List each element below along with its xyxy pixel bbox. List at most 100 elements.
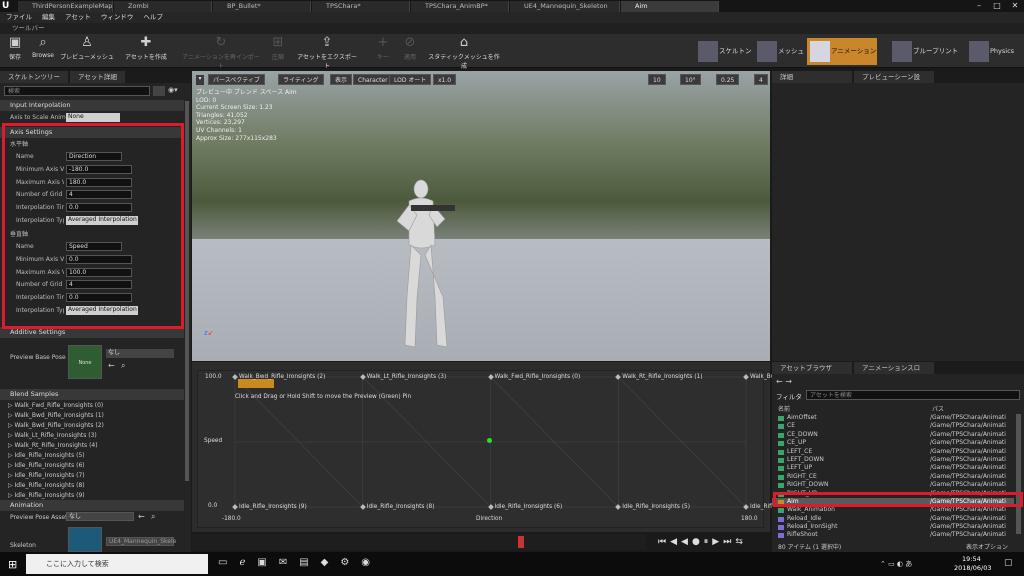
asset-row[interactable]: RifleShoot/Game/TPSChara/Animati	[772, 531, 1014, 539]
clock-date[interactable]: 2018/06/03	[954, 564, 991, 572]
clock-time[interactable]: 19:54	[962, 555, 981, 563]
key-button[interactable]: + キー	[372, 36, 394, 66]
timeline[interactable]	[192, 534, 646, 550]
menu-edit[interactable]: 編集	[42, 12, 55, 23]
scale-snap-value[interactable]: 0.25	[716, 74, 740, 85]
mode-skeleton[interactable]: スケルトン	[695, 38, 753, 65]
col-path-header[interactable]: パス	[932, 404, 944, 413]
search-small-icon[interactable]: ⌕	[121, 361, 125, 371]
speed-button[interactable]: x1.0	[433, 74, 457, 85]
tab-bp-bullet[interactable]: BP_Bullet*	[213, 1, 311, 12]
menu-file[interactable]: ファイル	[6, 12, 32, 23]
tab-preview-scene[interactable]: プレビューシーン設	[854, 71, 934, 83]
lod-button[interactable]: LOD オート	[389, 74, 432, 85]
playhead[interactable]	[518, 536, 524, 548]
asset-row[interactable]: CE/Game/TPSChara/Animati	[772, 422, 1014, 430]
mode-animation[interactable]: アニメーション	[807, 38, 877, 65]
blendspace-graph[interactable]: Click and Drag or Hold Shift to move the…	[197, 370, 836, 528]
browse-button[interactable]: ⌕ Browse	[30, 36, 56, 66]
preview-pin[interactable]	[487, 438, 492, 443]
search-input[interactable]: 検索	[4, 86, 150, 96]
section-input-interpolation[interactable]: Input Interpolation	[0, 100, 184, 111]
tab-tpschara-animbp[interactable]: TPSChara_AnimBP*	[411, 1, 509, 12]
filter-button[interactable]: フィルタ	[776, 391, 802, 401]
axis-scale-dropdown[interactable]: None	[66, 113, 120, 122]
windows-start-icon[interactable]: ⊞	[8, 558, 17, 571]
save-button[interactable]: ▣ 保存	[4, 36, 26, 66]
asset-row[interactable]: Reload_Idle/Game/TPSChara/Animati	[772, 515, 1014, 523]
arrow-left-icon[interactable]: ←	[108, 361, 115, 370]
create-asset-button[interactable]: ✚ アセットを作成	[122, 36, 170, 66]
tab-asset-browser[interactable]: アセットブラウザ	[772, 362, 852, 374]
close-icon[interactable]: ✕	[1006, 0, 1024, 12]
col-name-header[interactable]: 名前	[778, 404, 790, 413]
show-button[interactable]: 表示	[330, 74, 353, 85]
scrollbar[interactable]	[185, 101, 189, 481]
blend-sample-item[interactable]: ▷ Walk_Lt_Rifle_Ironsights (3)	[8, 431, 184, 441]
blend-sample-item[interactable]: ▷ Idle_Rifle_Ironsights (5)	[8, 451, 184, 461]
asset-row[interactable]: LEFT_CE/Game/TPSChara/Animati	[772, 448, 1014, 456]
rotation-snap-value[interactable]: 10°	[680, 74, 701, 85]
blend-sample-item[interactable]: ▷ Idle_Rifle_Ironsights (6)	[8, 461, 184, 471]
mode-blueprint[interactable]: ブループリント	[889, 38, 963, 65]
maximize-icon[interactable]: □	[988, 0, 1006, 12]
tab-asset-details[interactable]: アセット詳細	[70, 71, 125, 83]
asset-row[interactable]: AimOffset/Game/TPSChara/Animati	[772, 414, 1014, 422]
tab-anim-slot[interactable]: アニメーションスロ	[854, 362, 934, 374]
tab-thirdperson[interactable]: ThirdPersonExampleMap*	[18, 1, 113, 12]
character-button[interactable]: Character	[353, 74, 393, 85]
export-asset-button[interactable]: ⇪ アセットをエクスポート	[296, 36, 358, 71]
taskbar-search-input[interactable]: ここに入力して検索	[26, 554, 208, 574]
nav-arrows-icon[interactable]: ← →	[776, 377, 792, 386]
asset-row[interactable]: LEFT_UP/Game/TPSChara/Animati	[772, 464, 1014, 472]
lighting-button[interactable]: ライティング	[278, 74, 324, 85]
graph-icons[interactable]	[238, 379, 274, 388]
taskbar-apps[interactable]: ▭ℯ▣✉▤◆⚙◉	[218, 557, 382, 568]
tab-aim[interactable]: Aim	[621, 1, 719, 12]
blend-sample-item[interactable]: ▷ Walk_Fwd_Rifle_Ironsights (0)	[8, 401, 184, 411]
menu-help[interactable]: ヘルプ	[143, 12, 163, 23]
reimport-button[interactable]: ↻ アニメーションを再インポート	[182, 36, 260, 71]
skeleton-thumbnail[interactable]	[68, 527, 102, 552]
asset-row[interactable]: Reload_IronSight/Game/TPSChara/Animati	[772, 523, 1014, 531]
ue-logo[interactable]: U	[2, 1, 14, 12]
asset-row[interactable]: CE_UP/Game/TPSChara/Animati	[772, 439, 1014, 447]
asset-search-input[interactable]: アセットを検索	[806, 390, 1020, 400]
tab-details[interactable]: 詳細	[772, 71, 852, 83]
perspective-button[interactable]: パースペクティブ	[208, 74, 265, 85]
minimize-icon[interactable]: –	[970, 0, 988, 12]
tab-zombi[interactable]: Zombi	[114, 1, 212, 12]
create-static-mesh-button[interactable]: ⌂ スタティックメッシュを作成	[428, 36, 500, 71]
view-options-icon[interactable]	[153, 86, 165, 96]
asset-row[interactable]: RIGHT_DOWN/Game/TPSChara/Animati	[772, 481, 1014, 489]
asset-row[interactable]: LEFT_DOWN/Game/TPSChara/Animati	[772, 456, 1014, 464]
skeleton-dropdown[interactable]: UE4_Mannequin_Skele	[106, 537, 176, 546]
notification-icon[interactable]: ▢	[1004, 558, 1013, 568]
section-animation[interactable]: Animation	[0, 500, 184, 511]
eye-icon[interactable]: ◉▾	[168, 86, 184, 96]
mode-physics[interactable]: Physics	[966, 38, 1022, 65]
toolbar-tab-label[interactable]: ツールバー	[12, 23, 45, 34]
blend-sample-item[interactable]: ▷ Walk_Bwd_Rifle_Ironsights (2)	[8, 421, 184, 431]
compress-button[interactable]: ⊞ 圧縮	[266, 36, 290, 66]
preview-mesh-button[interactable]: ♙ プレビューメッシュ	[58, 36, 116, 66]
view-options-button[interactable]: 表示オプション	[966, 542, 1008, 551]
camera-speed-value[interactable]: 4	[754, 74, 768, 85]
menu-window[interactable]: ウィンドウ	[101, 12, 134, 23]
arrow-left-icon-2[interactable]: ←	[138, 512, 145, 521]
mode-mesh[interactable]: メッシュ	[754, 38, 806, 65]
apply-button[interactable]: ⊘ 適用	[398, 36, 422, 66]
asset-row[interactable]: Walk_Animation/Game/TPSChara/Animati	[772, 506, 1014, 514]
tab-skeleton-tree[interactable]: スケルトンツリー	[0, 71, 68, 83]
asset-scrollbar[interactable]	[1016, 414, 1021, 534]
grid-snap-value[interactable]: 10	[648, 74, 666, 85]
tab-tpschara[interactable]: TPSChara*	[312, 1, 410, 12]
asset-row[interactable]: RIGHT_CE/Game/TPSChara/Animati	[772, 473, 1014, 481]
blend-sample-item[interactable]: ▷ Walk_Bwd_Rifle_Ironsights (1)	[8, 411, 184, 421]
playback-controls[interactable]: ⏮◀◀●⏸▶⏭⇆	[658, 537, 768, 549]
section-blend-samples[interactable]: Blend Samples	[0, 389, 184, 400]
base-pose-thumbnail[interactable]: None	[68, 345, 102, 379]
search-small-icon-2[interactable]: ⌕	[151, 512, 155, 522]
menu-asset[interactable]: アセット	[65, 12, 91, 23]
blend-sample-item[interactable]: ▷ Idle_Rifle_Ironsights (7)	[8, 471, 184, 481]
